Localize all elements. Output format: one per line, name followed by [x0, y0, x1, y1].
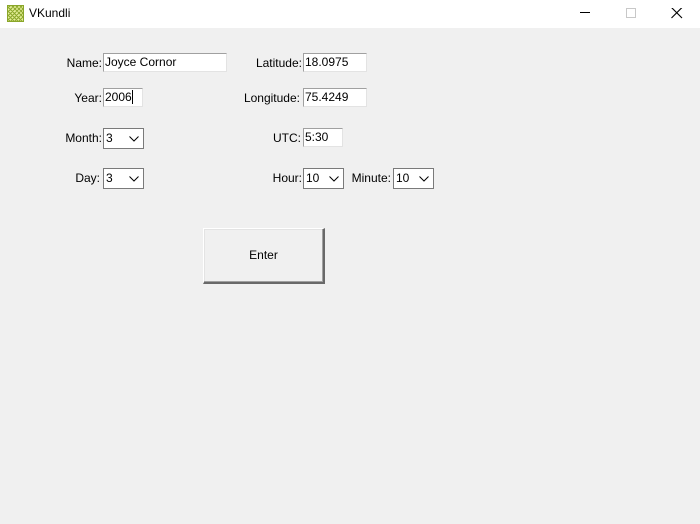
- minute-select[interactable]: 10: [393, 168, 434, 189]
- chevron-down-icon: [129, 176, 139, 182]
- title-bar[interactable]: VKundli: [0, 0, 700, 28]
- name-value: Joyce Cornor: [105, 55, 177, 69]
- year-label: Year:: [74, 91, 102, 105]
- latitude-label: Latitude:: [255, 56, 302, 70]
- enter-button[interactable]: Enter: [203, 228, 325, 284]
- month-value: 3: [106, 131, 113, 145]
- close-button[interactable]: [654, 0, 700, 28]
- minimize-icon: [580, 12, 590, 13]
- chevron-down-icon: [129, 136, 139, 142]
- crosshatch-app-icon: [7, 5, 24, 22]
- year-field[interactable]: 2006: [103, 88, 143, 107]
- chevron-down-icon: [329, 176, 339, 182]
- utc-label: UTC:: [273, 131, 301, 145]
- name-label: Name:: [66, 56, 102, 70]
- name-field[interactable]: Joyce Cornor: [103, 53, 227, 72]
- year-value: 2006: [105, 90, 132, 104]
- day-select[interactable]: 3: [103, 168, 144, 189]
- maximize-button[interactable]: [608, 0, 654, 28]
- hour-label: Hour:: [272, 171, 302, 185]
- text-cursor: [131, 90, 133, 104]
- month-label: Month:: [65, 131, 102, 145]
- minimize-button[interactable]: [562, 0, 608, 28]
- day-value: 3: [106, 171, 113, 185]
- hour-value: 10: [306, 171, 320, 185]
- latitude-value: 18.0975: [305, 55, 349, 69]
- utc-value: 5:30: [305, 130, 329, 144]
- utc-field[interactable]: 5:30: [303, 128, 343, 147]
- day-label: Day:: [75, 171, 100, 185]
- minute-value: 10: [396, 171, 410, 185]
- minute-label: Minute:: [351, 171, 391, 185]
- longitude-field[interactable]: 75.4249: [303, 88, 367, 107]
- month-select[interactable]: 3: [103, 128, 144, 149]
- chevron-down-icon: [419, 176, 429, 182]
- hour-select[interactable]: 10: [303, 168, 344, 189]
- window-title: VKundli: [29, 6, 71, 20]
- longitude-label: Longitude:: [243, 91, 300, 105]
- close-icon: [671, 8, 683, 19]
- longitude-value: 75.4249: [305, 90, 349, 104]
- latitude-field[interactable]: 18.0975: [303, 53, 367, 72]
- maximize-icon: [626, 8, 636, 18]
